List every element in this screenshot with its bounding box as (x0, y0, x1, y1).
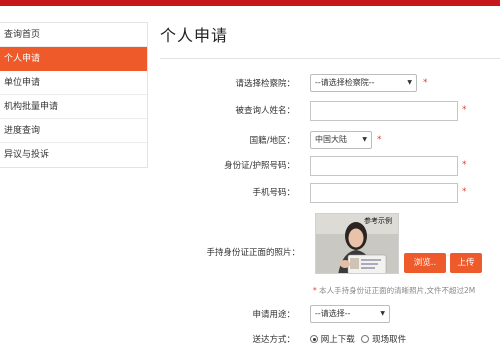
procuratorate-row: 请选择检察院： --请选择检察院-- ▼ * (160, 74, 500, 94)
phone-input[interactable] (310, 183, 458, 203)
delivery-online-label[interactable]: 网上下载 (321, 335, 355, 345)
browse-button[interactable]: 浏览.. (404, 253, 446, 273)
sidebar-item-complaints[interactable]: 异议与投诉 (0, 143, 147, 167)
chevron-down-icon: ▼ (380, 310, 385, 317)
photo-note-text: 本人手持身份证正面的清晰照片,文件不超过2M (319, 286, 476, 295)
nationality-label: 国籍/地区： (249, 136, 295, 146)
purpose-label: 申请用途： (252, 310, 295, 320)
delivery-onsite-label[interactable]: 现场取件 (372, 335, 406, 345)
name-label: 被查询人姓名： (235, 106, 295, 116)
sidebar-item-company-application[interactable]: 单位申请 (0, 71, 147, 95)
sample-caption: 参考示例 (364, 217, 392, 225)
required-mark: * (462, 105, 467, 115)
nationality-row: 国籍/地区： 中国大陆 ▼ * (160, 131, 500, 151)
delivery-row: 送达方式： 网上下载 现场取件 (160, 330, 500, 345)
delivery-options: 网上下载 现场取件 (310, 330, 406, 345)
required-mark: * (313, 286, 317, 295)
upload-button[interactable]: 上传 (450, 253, 482, 273)
required-mark: * (462, 160, 467, 170)
sample-photo: 参考示例 (315, 213, 399, 274)
name-input[interactable] (310, 101, 458, 121)
delivery-label: 送达方式： (252, 335, 295, 345)
id-number-row: 身份证/护照号码： * (160, 156, 500, 176)
photo-note: * 本人手持身份证正面的清晰照片,文件不超过2M (313, 285, 475, 296)
purpose-select-value: --请选择-- (315, 309, 351, 318)
purpose-row: 申请用途： --请选择-- ▼ (160, 305, 500, 325)
procuratorate-select[interactable]: --请选择检察院-- ▼ (310, 74, 417, 92)
nationality-select-value: 中国大陆 (315, 135, 347, 144)
phone-row: 手机号码： * (160, 183, 500, 203)
procuratorate-label: 请选择检察院： (235, 79, 295, 89)
top-brand-bar (0, 0, 500, 6)
procuratorate-select-value: --请选择检察院-- (315, 78, 375, 87)
sidebar-item-batch-application[interactable]: 机构批量申请 (0, 95, 147, 119)
delivery-onsite-radio[interactable] (361, 335, 370, 343)
id-number-label: 身份证/护照号码： (224, 161, 295, 171)
sidebar-nav: 查询首页 个人申请 单位申请 机构批量申请 进度查询 异议与投诉 (0, 22, 148, 168)
nationality-select[interactable]: 中国大陆 ▼ (310, 131, 372, 149)
page-title: 个人申请 (160, 26, 229, 45)
chevron-down-icon: ▼ (407, 79, 412, 86)
id-number-input[interactable] (310, 156, 458, 176)
phone-label: 手机号码： (252, 188, 295, 198)
purpose-select[interactable]: --请选择-- ▼ (310, 305, 390, 323)
sidebar-item-progress-query[interactable]: 进度查询 (0, 119, 147, 143)
title-divider (160, 58, 500, 59)
required-mark: * (462, 187, 467, 197)
sidebar-item-personal-application[interactable]: 个人申请 (0, 47, 147, 71)
name-row: 被查询人姓名： * (160, 101, 500, 121)
required-mark: * (377, 135, 382, 145)
photo-label: 手持身份证正面的照片： (206, 248, 300, 258)
chevron-down-icon: ▼ (362, 136, 367, 143)
delivery-online-radio[interactable] (310, 335, 318, 343)
sidebar-item-home[interactable]: 查询首页 (0, 23, 147, 47)
required-mark: * (423, 78, 428, 88)
